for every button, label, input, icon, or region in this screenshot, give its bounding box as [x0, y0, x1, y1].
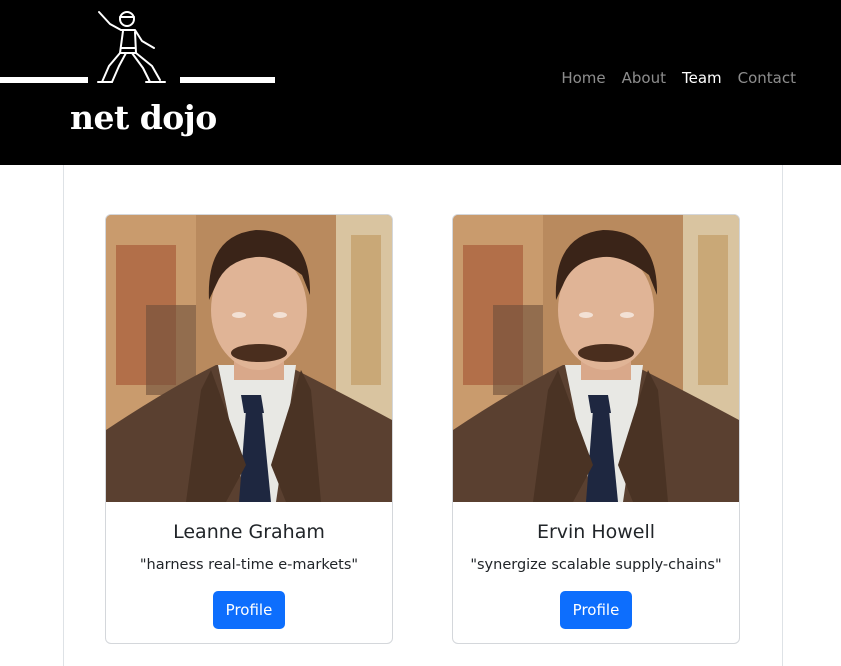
card-body: Leanne Graham "harness real-time e-marke… — [106, 502, 392, 629]
member-catchphrase: "harness real-time e-markets" — [139, 557, 359, 573]
nav-links: Home About Team Contact — [553, 66, 804, 90]
nav-link-contact[interactable]: Contact — [730, 66, 804, 90]
logo-line-left — [0, 77, 88, 83]
brand-name: net dojo — [70, 98, 217, 137]
profile-button[interactable]: Profile — [212, 591, 286, 629]
nav-link-about[interactable]: About — [614, 66, 674, 90]
nav-link-home[interactable]: Home — [553, 66, 613, 90]
logo-line-right — [180, 77, 275, 83]
site-navbar: net dojo Home About Team Contact — [0, 0, 841, 165]
card-body: Ervin Howell "synergize scalable supply-… — [453, 502, 739, 629]
member-photo — [453, 215, 739, 502]
team-card: Leanne Graham "harness real-time e-marke… — [105, 214, 393, 644]
member-catchphrase: "synergize scalable supply-chains" — [470, 557, 722, 573]
ninja-icon — [97, 11, 166, 83]
member-name: Ervin Howell — [536, 521, 656, 543]
team-card: Ervin Howell "synergize scalable supply-… — [452, 214, 740, 644]
profile-button[interactable]: Profile — [559, 591, 633, 629]
member-name: Leanne Graham — [173, 521, 325, 543]
member-photo — [106, 215, 392, 502]
team-container: Leanne Graham "harness real-time e-marke… — [63, 165, 783, 666]
brand-logo[interactable]: net dojo — [0, 0, 280, 165]
nav-link-team[interactable]: Team — [674, 66, 730, 90]
